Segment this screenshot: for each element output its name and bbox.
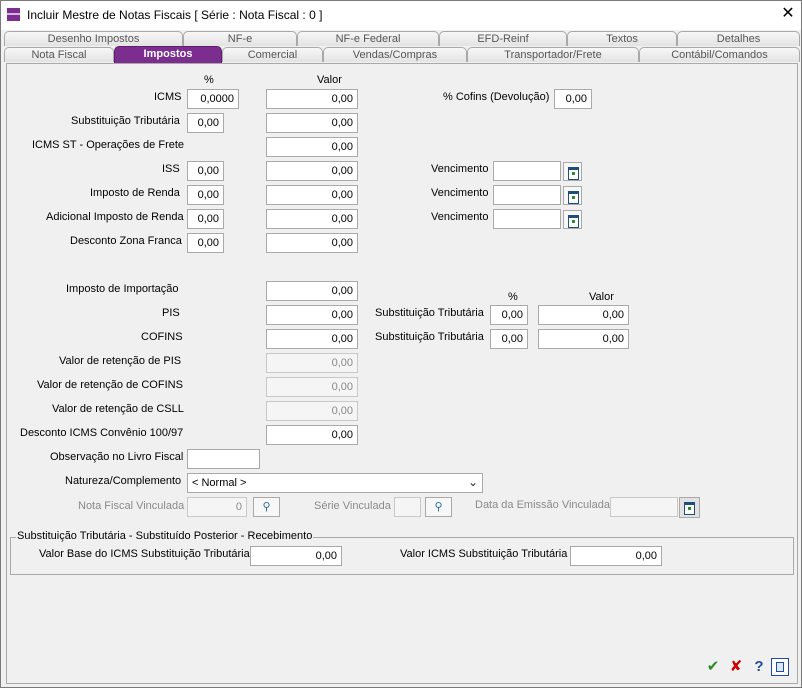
ir-valor-input[interactable]: 0,00 [266,185,358,205]
tab-vendas-compras[interactable]: Vendas/Compras [323,47,467,62]
natureza-value: < Normal > [192,477,247,489]
serie-vinc-label: Série Vinculada [314,500,391,512]
st-base-label: Valor Base do ICMS Substituição Tributár… [39,548,250,560]
vencimento-label-1: Vencimento [431,163,489,175]
natureza-label: Natureza/Complemento [65,475,182,487]
cofins-input[interactable]: 0,00 [266,329,358,349]
group-title: Substituição Tributária - Substituído Po… [16,530,314,542]
nf-vinc-label: Nota Fiscal Vinculada [78,500,185,512]
st-cofins-label: Substituição Tributária [375,331,484,343]
vencimento-input-3[interactable] [493,209,561,229]
icms-st-frete-label: ICMS ST - Operações de Frete [32,139,185,151]
cofins-devolucao-label: % Cofins (Devolução) [443,91,550,103]
natureza-select[interactable]: < Normal > ⌄ [187,473,483,493]
ir-pct-input[interactable]: 0,00 [187,185,224,205]
zona-franca-valor-input[interactable]: 0,00 [266,233,358,253]
header-valor: Valor [317,74,342,86]
tab-efd-reinf[interactable]: EFD-Reinf [439,31,567,46]
iss-pct-input[interactable]: 0,00 [187,161,224,181]
subst-label: Substituição Tributária [71,115,180,127]
ret-csll-label: Valor de retenção de CSLL [52,403,184,415]
cofins-label: COFINS [141,331,183,343]
pis-input[interactable]: 0,00 [266,305,358,325]
help-button[interactable]: ? [749,657,769,677]
close-icon[interactable]: ✕ [777,4,799,24]
calendar-icon[interactable] [563,210,582,229]
st-header-valor: Valor [589,291,614,303]
iss-label: ISS [162,163,180,175]
st-cofins-pct-input[interactable]: 0,00 [490,329,528,349]
adic-ir-pct-input[interactable]: 0,00 [187,209,224,229]
serie-vinc-input [394,497,421,517]
zona-franca-pct-input[interactable]: 0,00 [187,233,224,253]
zona-franca-label: Desconto Zona Franca [70,235,182,247]
vencimento-label-2: Vencimento [431,187,489,199]
tab-desenho-impostos[interactable]: Desenho Impostos [4,31,183,46]
st-pis-label: Substituição Tributária [375,307,484,319]
desc-icms-conv-input[interactable]: 0,00 [266,425,358,445]
dialog-window: Incluir Mestre de Notas Fiscais [ Série … [0,0,802,688]
icms-valor-input[interactable]: 0,00 [266,89,358,109]
icms-pct-input[interactable]: 0,0000 [187,89,239,109]
adic-ir-valor-input[interactable]: 0,00 [266,209,358,229]
chevron-down-icon: ⌄ [467,475,478,489]
st-icms-input[interactable]: 0,00 [570,546,662,566]
tab-textos[interactable]: Textos [567,31,677,46]
calendar-icon[interactable] [563,186,582,205]
ret-csll-input: 0,00 [266,401,358,421]
desc-icms-conv-label: Desconto ICMS Convênio 100/97 [20,427,184,439]
ok-button[interactable]: ✔ [703,657,723,677]
ret-pis-input: 0,00 [266,353,358,373]
tab-contabil-comandos[interactable]: Contábil/Comandos [639,47,800,62]
search-icon[interactable]: ⚲ [253,497,280,517]
cofins-devolucao-input[interactable]: 0,00 [554,89,592,109]
print-button[interactable] [771,658,789,676]
calendar-icon[interactable] [563,162,582,181]
ret-cofins-label: Valor de retenção de COFINS [37,379,183,391]
st-header-pct: % [508,291,518,303]
tab-transportador-frete[interactable]: Transportador/Frete [467,47,639,62]
window-title: Incluir Mestre de Notas Fiscais [ Série … [27,8,323,22]
importacao-label: Imposto de Importação [66,283,179,295]
calendar-icon[interactable] [679,497,700,518]
tab-nota-fiscal[interactable]: Nota Fiscal [4,47,114,62]
vencimento-label-3: Vencimento [431,211,489,223]
cancel-button[interactable]: ✘ [726,657,746,677]
vencimento-input-2[interactable] [493,185,561,205]
header-pct: % [204,74,214,86]
tab-nfe[interactable]: NF-e [183,31,297,46]
obs-livro-input[interactable] [187,449,260,469]
data-emissao-input [610,497,678,517]
search-icon[interactable]: ⚲ [425,497,452,517]
tab-nfe-federal[interactable]: NF-e Federal [297,31,439,46]
vencimento-input-1[interactable] [493,161,561,181]
obs-livro-label: Observação no Livro Fiscal [50,451,184,463]
adic-ir-label: Adicional Imposto de Renda [46,211,184,223]
st-pis-valor-input[interactable]: 0,00 [538,305,629,325]
subst-pct-input[interactable]: 0,00 [187,113,224,133]
st-pis-pct-input[interactable]: 0,00 [490,305,528,325]
app-icon [7,8,20,21]
st-cofins-valor-input[interactable]: 0,00 [538,329,629,349]
icms-label: ICMS [154,91,182,103]
ir-label: Imposto de Renda [90,187,180,199]
importacao-input[interactable]: 0,00 [266,281,358,301]
tab-detalhes[interactable]: Detalhes [677,31,800,46]
data-emissao-label: Data da Emissão Vinculada [475,499,610,511]
nf-vinc-input: 0 [187,497,247,517]
document-icon [776,662,784,672]
ret-cofins-input: 0,00 [266,377,358,397]
st-base-input[interactable]: 0,00 [250,546,342,566]
pis-label: PIS [162,307,180,319]
impostos-panel [6,63,798,684]
ret-pis-label: Valor de retenção de PIS [59,355,182,367]
tab-comercial[interactable]: Comercial [222,47,323,62]
tab-impostos[interactable]: Impostos [114,46,222,63]
icms-st-frete-input[interactable]: 0,00 [266,137,358,157]
iss-valor-input[interactable]: 0,00 [266,161,358,181]
subst-valor-input[interactable]: 0,00 [266,113,358,133]
title-bar: Incluir Mestre de Notas Fiscais [ Série … [1,1,801,30]
st-icms-label: Valor ICMS Substituição Tributária [400,548,568,560]
